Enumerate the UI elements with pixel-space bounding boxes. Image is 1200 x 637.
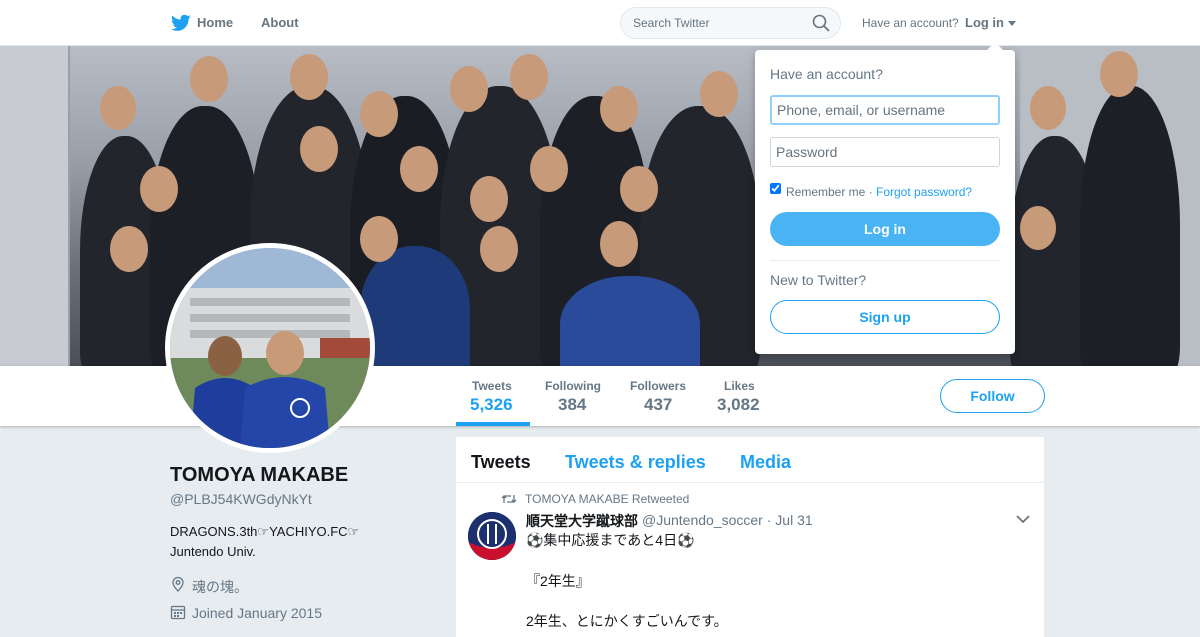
forgot-password-link[interactable]: Forgot password? — [876, 185, 972, 199]
tweet-author-handle[interactable]: @Juntendo_soccer — [642, 512, 763, 528]
dropdown-arrow — [987, 42, 1003, 50]
stat-tweets[interactable]: Tweets 5,326 — [456, 366, 530, 426]
timeline-tabs: Tweets Tweets & replies Media — [456, 437, 1044, 483]
retweet-icon — [501, 495, 517, 503]
stat-likes-value: 3,082 — [717, 395, 760, 414]
twitter-bird-icon[interactable] — [171, 14, 191, 32]
dropdown-title: Have an account? — [770, 66, 883, 82]
new-to-twitter-text: New to Twitter? — [770, 272, 867, 288]
retweet-context[interactable]: TOMOYA MAKABE Retweeted — [525, 492, 689, 506]
profile-handle[interactable]: @PLBJ54KWGdyNkYt — [170, 491, 312, 507]
search-input[interactable] — [620, 7, 841, 39]
search-icon[interactable] — [812, 14, 830, 32]
stat-followers-label: Followers — [630, 379, 687, 393]
location-pin-icon — [172, 576, 184, 592]
avatar-photo — [170, 248, 370, 448]
profile-location: 魂の塊。 — [192, 579, 248, 595]
stat-followers[interactable]: Followers 437 — [615, 366, 695, 426]
password-input[interactable] — [770, 137, 1000, 167]
stat-followers-value: 437 — [644, 395, 673, 414]
login-button[interactable]: Log in — [770, 212, 1000, 246]
tweet-text-line: 2年生、とにかくすごいんです。 — [526, 613, 728, 629]
stat-tweets-value: 5,326 — [470, 395, 513, 414]
nav-about-link[interactable]: About — [261, 15, 299, 30]
stat-tweets-label: Tweets — [472, 379, 512, 393]
tweet-date[interactable]: · Jul 31 — [767, 512, 813, 528]
tab-media[interactable]: Media — [740, 452, 791, 473]
login-menu-link[interactable]: Log in — [965, 15, 1004, 30]
timeline: Tweets Tweets & replies Media TOMOYA MAK… — [456, 437, 1044, 637]
remember-me-text[interactable]: Remember me — [786, 185, 865, 199]
username-input[interactable] — [770, 95, 1000, 125]
login-dropdown: Have an account? Remember me · Forgot pa… — [755, 42, 1015, 354]
tab-tweets-replies[interactable]: Tweets & replies — [565, 452, 706, 473]
tweet-author-avatar[interactable] — [468, 512, 516, 560]
tweet-text-line: 『2年生』 — [526, 573, 590, 589]
nav-home-link[interactable]: Home — [197, 15, 233, 30]
profile-joined-date: Joined January 2015 — [192, 605, 322, 621]
stat-following-value: 384 — [558, 395, 587, 414]
stat-following[interactable]: Following 384 — [530, 366, 610, 426]
profile-avatar[interactable] — [165, 243, 375, 453]
tweet-author-handle-and-date[interactable]: @Juntendo_soccer · Jul 31 — [642, 512, 813, 528]
have-account-text: Have an account? — [862, 16, 959, 30]
follow-button[interactable]: Follow — [940, 379, 1045, 413]
stat-likes-label: Likes — [724, 379, 755, 393]
separator-dot: · — [868, 185, 873, 199]
chevron-down-icon[interactable] — [1016, 514, 1030, 524]
top-bar: Home About Have an account? Log in — [0, 0, 1200, 46]
caret-down-icon[interactable] — [1008, 21, 1016, 26]
profile-bio: DRAGONS.3th☞YACHIYO.FC☞ Juntendo Univ. — [170, 524, 360, 559]
tweet-author-name[interactable]: 順天堂大学蹴球部 — [526, 511, 638, 531]
remember-me-label[interactable]: Remember me · — [786, 185, 873, 199]
tab-tweets[interactable]: Tweets — [471, 452, 531, 473]
dropdown-divider — [770, 260, 1000, 261]
stat-following-label: Following — [545, 379, 601, 393]
remember-me-checkbox[interactable] — [770, 183, 781, 194]
calendar-icon — [170, 605, 186, 620]
stat-likes[interactable]: Likes 3,082 — [702, 366, 772, 426]
tweet-text-line: ⚽集中応援まであと4日⚽ — [526, 532, 695, 548]
signup-button[interactable]: Sign up — [770, 300, 1000, 334]
profile-name[interactable]: TOMOYA MAKABE — [170, 464, 348, 487]
